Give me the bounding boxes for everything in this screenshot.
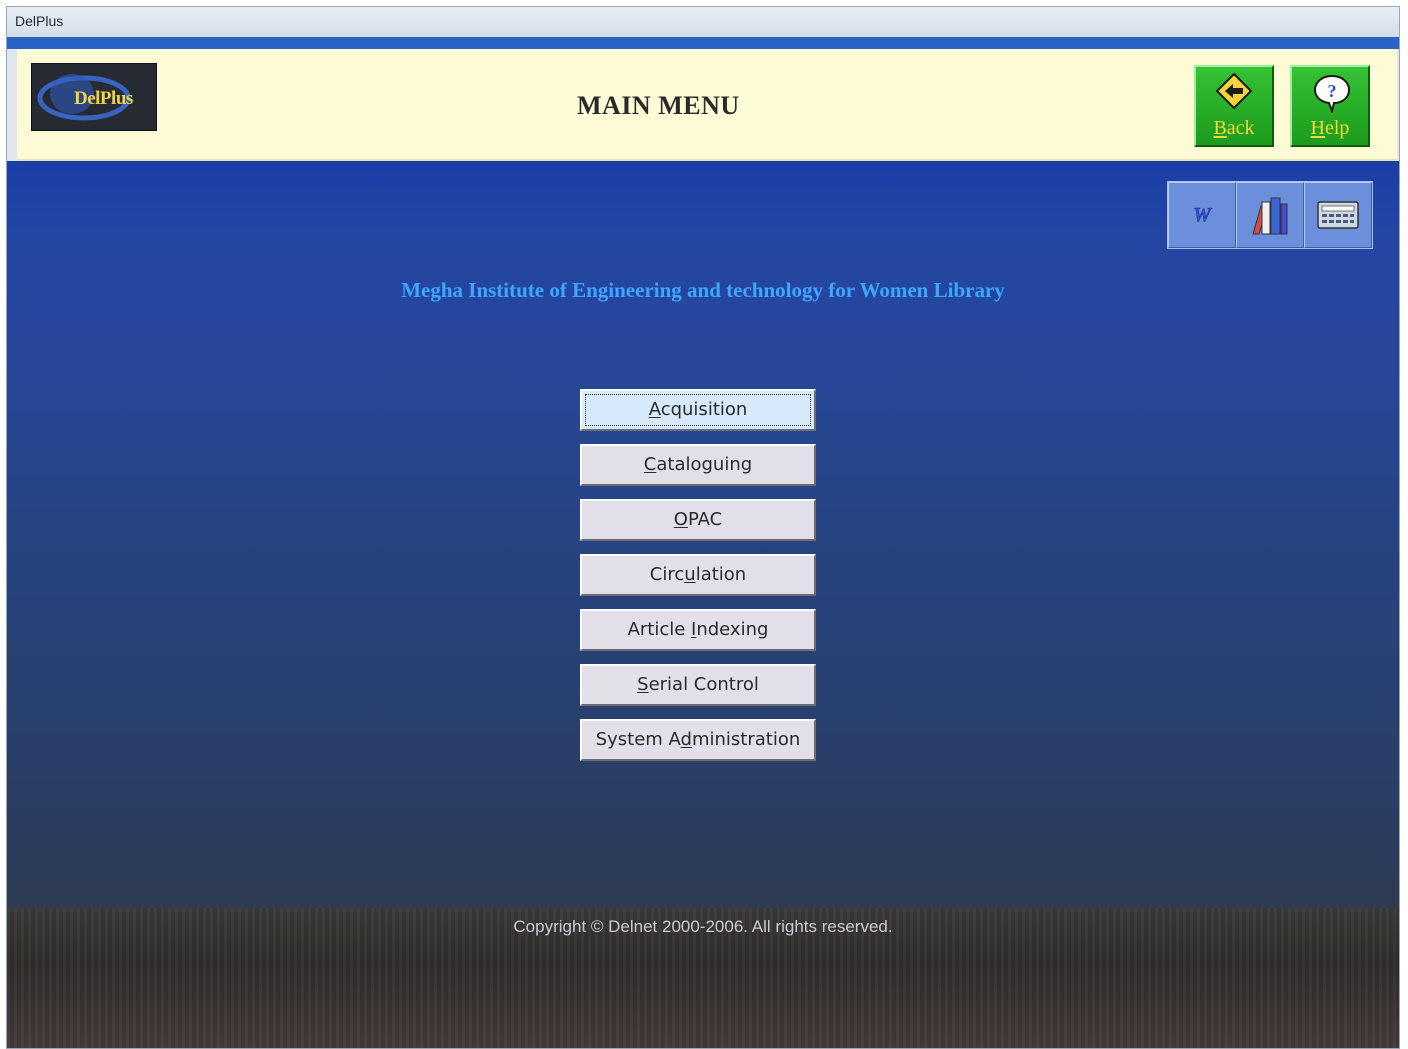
help-icon: ? [1312, 73, 1352, 118]
library-books-button[interactable] [1236, 182, 1304, 248]
window-title: DelPlus [7, 7, 1399, 37]
app-window: DelPlus DelPlus MAIN MENU Back ? Help W … [6, 6, 1400, 1049]
serial-control-button[interactable]: Serial Control [580, 664, 816, 706]
system-administration-button[interactable]: System Administration [580, 719, 816, 761]
svg-text:?: ? [1328, 81, 1337, 101]
title-accent-strip [7, 37, 1399, 49]
back-label: Back [1213, 117, 1255, 139]
acquisition-button[interactable]: Acquisition [580, 389, 816, 431]
help-label: Help [1310, 117, 1350, 139]
copyright-text: Copyright © Delnet 2000-2006. All rights… [513, 917, 893, 936]
page-title: MAIN MENU [577, 91, 740, 120]
logo-text: DelPlus [74, 88, 133, 109]
header-bar: DelPlus MAIN MENU Back ? Help [17, 49, 1397, 161]
word-button[interactable]: W [1168, 182, 1236, 248]
back-button[interactable]: Back [1194, 65, 1274, 147]
quick-toolbar: W [1167, 181, 1373, 249]
calculator-button[interactable] [1304, 182, 1372, 248]
cataloguing-button[interactable]: Cataloguing [580, 444, 816, 486]
article-indexing-button[interactable]: Article Indexing [580, 609, 816, 651]
institute-name: Megha Institute of Engineering and techn… [401, 278, 1005, 302]
help-button[interactable]: ? Help [1290, 65, 1370, 147]
main-content: W Megha Institute of Engineering and tec… [7, 161, 1399, 1048]
back-arrow-icon [1215, 72, 1253, 114]
svg-text:W: W [1193, 204, 1212, 226]
opac-button[interactable]: OPAC [580, 499, 816, 541]
circulation-button[interactable]: Circulation [580, 554, 816, 596]
delplus-logo: DelPlus [31, 63, 157, 131]
main-menu: Acquisition Cataloguing OPAC Circulation… [580, 389, 820, 774]
